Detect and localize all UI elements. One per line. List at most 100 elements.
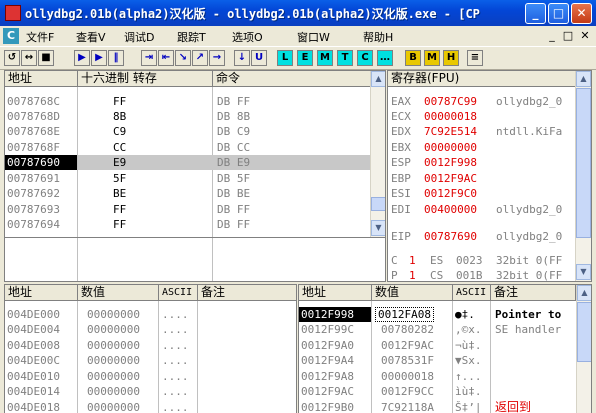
disasm-hex[interactable]: 8B xyxy=(113,109,126,124)
stack-ascii[interactable]: ●‡. xyxy=(455,307,475,322)
disasm-address[interactable]: 0078768F xyxy=(7,140,60,155)
column-header-address[interactable]: 地址 xyxy=(5,285,78,301)
menu-options[interactable]: 选项O xyxy=(232,29,263,45)
mdi-minimize-button[interactable]: _ xyxy=(545,30,559,43)
column-header-value[interactable]: 数值 xyxy=(78,285,159,301)
dump-value[interactable]: 00000000 xyxy=(87,338,140,353)
disasm-hex[interactable]: FF xyxy=(113,217,126,232)
stack-value[interactable]: 0078531F xyxy=(381,353,434,368)
disasm-command[interactable]: DB 5F xyxy=(217,171,250,186)
dump-ascii[interactable]: .... xyxy=(162,400,189,413)
stack-address-top[interactable]: 0012F998 xyxy=(299,307,371,322)
memory-breakpoints-button[interactable]: M xyxy=(424,50,440,66)
mdi-close-button[interactable]: ✕ xyxy=(578,30,592,43)
disasm-address-current[interactable]: 00787690 xyxy=(5,155,77,170)
cpu-window-button[interactable]: C xyxy=(357,50,373,66)
stack-value[interactable]: 0012FA08 xyxy=(375,307,434,322)
disasm-vertical-scrollbar[interactable]: ▲ ▼ xyxy=(370,71,385,237)
column-header-hex-dump[interactable]: 十六进制 转存 xyxy=(78,71,213,87)
flag-value-c[interactable]: 1 xyxy=(409,253,416,268)
scroll-thumb[interactable] xyxy=(576,88,591,238)
restart-button[interactable]: ↺ xyxy=(4,50,20,66)
title-bar[interactable]: ollydbg2.01b(alpha2)汉化版 - ollydbg2.01b(a… xyxy=(0,0,596,26)
execute-till-return-button[interactable]: → xyxy=(209,50,225,66)
register-value-ecx[interactable]: 00000018 xyxy=(424,109,477,124)
stack-value[interactable]: 00000018 xyxy=(381,369,434,384)
column-header-ascii[interactable]: ASCII xyxy=(159,285,198,301)
stack-address[interactable]: 0012F9A0 xyxy=(301,338,354,353)
maximize-button[interactable]: □ xyxy=(548,3,569,24)
disasm-address[interactable]: 0078768E xyxy=(7,124,60,139)
disasm-hex[interactable]: FF xyxy=(113,202,126,217)
run-thread-button[interactable]: ▶ xyxy=(91,50,107,66)
disasm-hex[interactable]: FF xyxy=(113,94,126,109)
hardware-breakpoints-button[interactable]: H xyxy=(443,50,459,66)
close-button[interactable]: ✕ xyxy=(571,3,592,24)
dump-value[interactable]: 00000000 xyxy=(87,384,140,399)
dump-address[interactable]: 004DE000 xyxy=(7,307,60,322)
animate-into-button[interactable]: ↘ xyxy=(175,50,191,66)
disasm-address[interactable]: 0078768C xyxy=(7,94,60,109)
disassembly-pane[interactable]: 地址 十六进制 转存 命令 0078768C FF DB FF 0078768D… xyxy=(4,70,386,282)
dump-ascii[interactable]: .... xyxy=(162,384,189,399)
disasm-hex[interactable]: CC xyxy=(113,140,126,155)
disasm-hex[interactable]: 5F xyxy=(113,171,126,186)
step-over-button[interactable]: ⇤ xyxy=(158,50,174,66)
stack-ascii[interactable]: ▼Sx. xyxy=(455,353,482,368)
close-process-button[interactable]: ↔ xyxy=(21,50,37,66)
menu-file[interactable]: 文件F xyxy=(26,29,54,45)
disasm-address[interactable]: 00787693 xyxy=(7,202,60,217)
disasm-command[interactable]: DB E9 xyxy=(217,155,250,170)
column-header-ascii[interactable]: ASCII xyxy=(453,285,491,301)
scroll-thumb[interactable] xyxy=(371,197,385,211)
dump-address[interactable]: 004DE010 xyxy=(7,369,60,384)
animate-over-button[interactable]: ↗ xyxy=(192,50,208,66)
disasm-address[interactable]: 00787691 xyxy=(7,171,60,186)
modules-window-button[interactable]: E xyxy=(297,50,313,66)
breakpoints-window-button[interactable]: B xyxy=(405,50,421,66)
column-header-value[interactable]: 数值 xyxy=(372,285,453,301)
stack-comment[interactable]: Pointer to xyxy=(495,307,561,322)
registers-header[interactable]: 寄存器(FPU) xyxy=(388,71,576,87)
register-value-edx[interactable]: 7C92E514 xyxy=(424,124,477,139)
menu-debug[interactable]: 调试D xyxy=(124,29,154,45)
scroll-down-arrow-icon[interactable]: ▼ xyxy=(371,220,385,236)
register-value-eax[interactable]: 00787C99 xyxy=(424,94,477,109)
disasm-hex[interactable]: BE xyxy=(113,186,126,201)
stack-ascii[interactable]: Š‡’| xyxy=(455,400,482,413)
scroll-down-arrow-icon[interactable]: ▼ xyxy=(576,264,591,280)
column-header-command[interactable]: 命令 xyxy=(213,71,371,87)
goto-button[interactable]: ↓ xyxy=(234,50,250,66)
disasm-command[interactable]: DB CC xyxy=(217,140,250,155)
disasm-hex[interactable]: C9 xyxy=(113,124,126,139)
stack-address[interactable]: 0012F9AC xyxy=(301,384,354,399)
stack-address[interactable]: 0012F99C xyxy=(301,322,354,337)
stack-address[interactable]: 0012F9B0 xyxy=(301,400,354,413)
registers-vertical-scrollbar[interactable]: ▲ ▼ xyxy=(575,71,591,281)
dump-ascii[interactable]: .... xyxy=(162,322,189,337)
disasm-address[interactable]: 00787692 xyxy=(7,186,60,201)
dump-address[interactable]: 004DE008 xyxy=(7,338,60,353)
log-window-button[interactable]: L xyxy=(277,50,293,66)
menu-window[interactable]: 窗口W xyxy=(297,29,330,45)
scroll-thumb[interactable] xyxy=(577,302,591,362)
register-value-esi[interactable]: 0012F9C0 xyxy=(424,186,477,201)
disasm-address[interactable]: 0078768D xyxy=(7,109,60,124)
register-value-edi[interactable]: 00400000 xyxy=(424,202,477,217)
app-icon[interactable] xyxy=(5,5,21,21)
stack-ascii[interactable]: ‚©x. xyxy=(455,322,482,337)
menu-help[interactable]: 帮助H xyxy=(363,29,393,45)
stack-ascii[interactable]: ↑... xyxy=(455,369,482,384)
dump-pane[interactable]: 地址 数值 ASCII 备注 004DE000 00000000 .... 00… xyxy=(4,284,297,413)
patches-window-button[interactable]: … xyxy=(377,50,393,66)
stack-comment[interactable]: SE handler xyxy=(495,322,561,337)
dump-value[interactable]: 00000000 xyxy=(87,322,140,337)
menu-view[interactable]: 查看V xyxy=(76,29,106,45)
scroll-up-arrow-icon[interactable]: ▲ xyxy=(371,71,385,87)
stack-vertical-scrollbar[interactable]: ▲ xyxy=(576,285,591,413)
stack-comment[interactable]: 返回到 xyxy=(495,400,531,413)
register-value-ebx[interactable]: 00000000 xyxy=(424,140,477,155)
dump-address[interactable]: 004DE00C xyxy=(7,353,60,368)
stack-value[interactable]: 7C92118A xyxy=(381,400,434,413)
dump-address[interactable]: 004DE004 xyxy=(7,322,60,337)
